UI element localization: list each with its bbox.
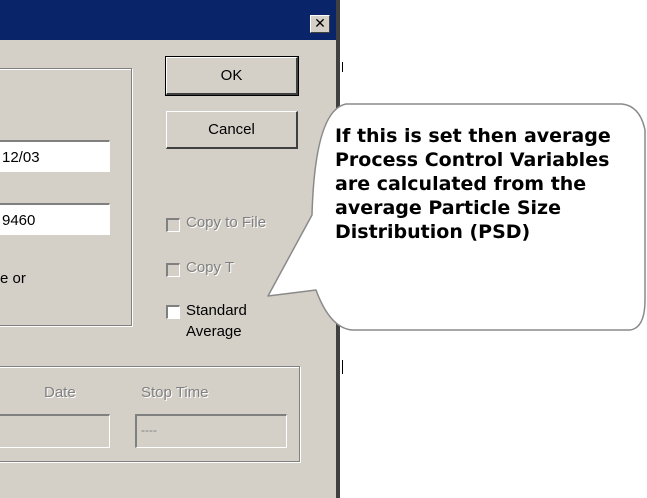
callout-text: If this is set then average Process Cont…: [335, 125, 611, 243]
callout-bubble: [267, 103, 646, 331]
